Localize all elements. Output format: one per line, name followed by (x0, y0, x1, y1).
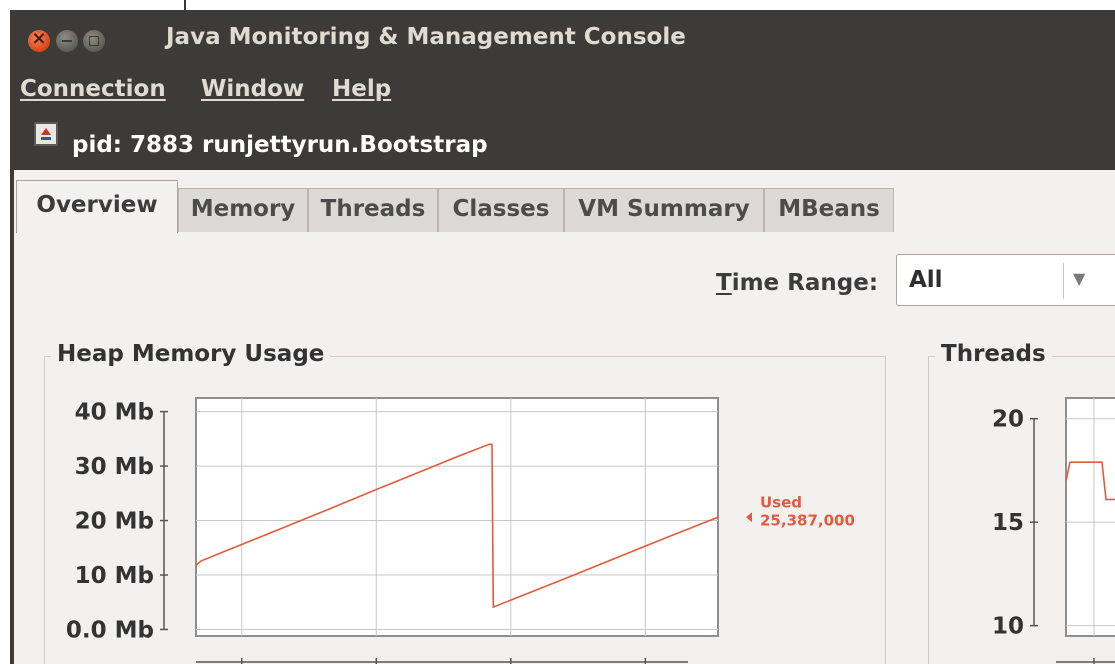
heap-memory-chart: 19:0519:1019:1519:2040 Mb30 Mb20 Mb10 Mb… (66, 397, 855, 664)
close-icon[interactable] (28, 28, 50, 52)
threads-title: Threads (935, 341, 1052, 367)
select-divider (1063, 263, 1064, 299)
y-tick-label: 20 Mb (75, 509, 154, 535)
tab-overview[interactable]: Overview (16, 180, 178, 233)
heap-memory-title: Heap Memory Usage (51, 341, 331, 367)
console-panel: Overview Memory Threads Classes VM Summa… (14, 170, 1115, 664)
overview-content: Time Range: All ▼ Heap Memory Usage Thre… (14, 232, 1115, 664)
threads-chart: 20151019 (992, 397, 1115, 664)
maximize-icon[interactable] (83, 30, 105, 52)
chevron-down-icon[interactable]: ▼ (1073, 269, 1085, 288)
tab-mbeans[interactable]: MBeans (764, 188, 894, 232)
menu-bar: Connection Window Help (10, 70, 1115, 112)
plot-area (195, 397, 719, 637)
y-tick-label: 30 Mb (75, 454, 154, 480)
tab-threads[interactable]: Threads (308, 188, 438, 232)
time-range-value: All (909, 267, 943, 293)
menu-connection[interactable]: Connection (20, 76, 166, 102)
menu-help[interactable]: Help (332, 76, 391, 102)
tab-classes[interactable]: Classes (438, 188, 564, 232)
y-tick-label: 0.0 Mb (66, 617, 154, 643)
plot-area (1065, 397, 1115, 637)
time-range-label: Time Range: (716, 270, 879, 296)
internal-frame-header: pid: 7883 runjettyrun.Bootstrap (10, 112, 1115, 167)
legend-marker (746, 512, 752, 523)
time-range-label-rest: ime Range: (731, 270, 879, 296)
y-tick-label: 10 (992, 614, 1024, 640)
y-tick-label: 10 Mb (75, 563, 154, 589)
y-tick-label: 15 (992, 510, 1024, 536)
legend-used-label: Used (760, 493, 802, 511)
frame-title: pid: 7883 runjettyrun.Bootstrap (72, 132, 488, 158)
y-tick-label: 40 Mb (75, 400, 154, 426)
tab-strip: Overview Memory Threads Classes VM Summa… (14, 176, 1115, 238)
window-title: Java Monitoring & Management Console (166, 24, 686, 50)
tab-memory[interactable]: Memory (178, 188, 308, 232)
time-range-select[interactable]: All ▼ (896, 254, 1115, 306)
y-tick-label: 20 (992, 407, 1024, 433)
tab-vm-summary[interactable]: VM Summary (564, 188, 764, 232)
title-bar: Java Monitoring & Management Console (10, 10, 1115, 70)
menu-window[interactable]: Window (201, 76, 304, 102)
application-window: Java Monitoring & Management Console Con… (10, 10, 1115, 664)
java-frame-icon[interactable] (34, 122, 58, 146)
minimize-icon[interactable] (56, 30, 78, 52)
legend-used-value: 25,387,000 (760, 511, 855, 529)
